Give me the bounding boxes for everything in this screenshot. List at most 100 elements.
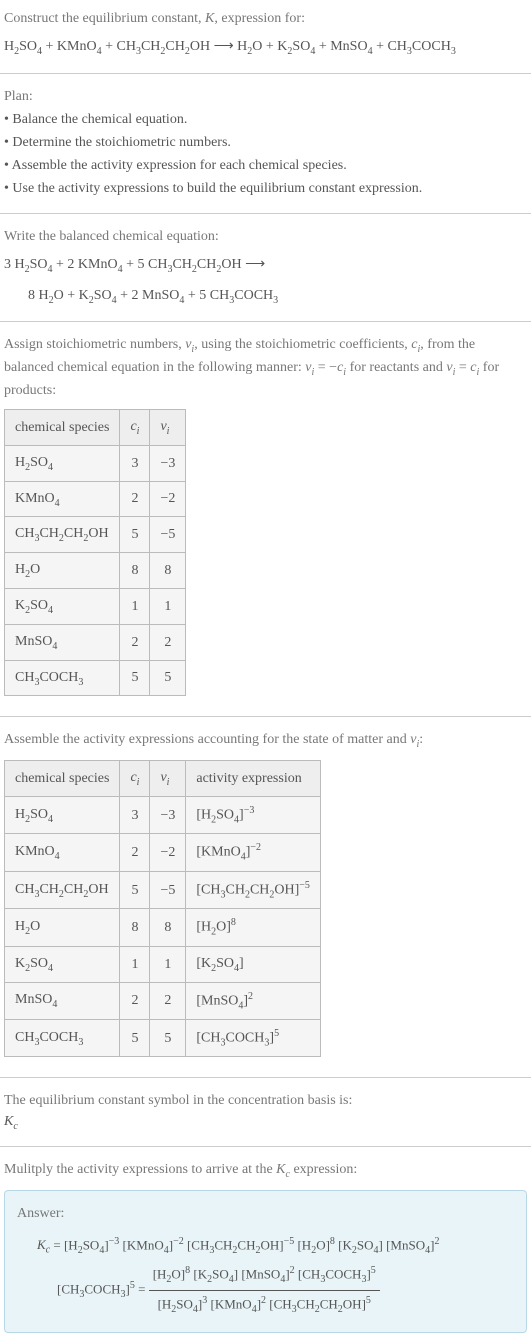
vi-cell: −2 <box>150 834 186 871</box>
vi-cell: 2 <box>150 982 186 1019</box>
table-row: H2O88[H2O]8 <box>5 909 321 946</box>
ci-cell: 5 <box>120 1020 150 1057</box>
activity-cell: [CH3CH2CH2OH]−5 <box>186 871 321 908</box>
main-equation: H2SO4 + KMnO4 + CH3CH2CH2OH ⟶ H2O + K2SO… <box>4 33 527 61</box>
plan-item: • Use the activity expressions to build … <box>4 178 527 199</box>
ci-cell: 8 <box>120 553 150 589</box>
ci-cell: 2 <box>120 481 150 517</box>
table-row: H2O88 <box>5 553 186 589</box>
activity-intro: Assemble the activity expressions accoun… <box>4 729 527 752</box>
plan-item: • Determine the stoichiometric numbers. <box>4 132 527 153</box>
table-row: MnSO422 <box>5 624 186 660</box>
vi-cell: 5 <box>150 1020 186 1057</box>
table-header: ci <box>120 761 150 797</box>
ci-cell: 1 <box>120 588 150 624</box>
vi-cell: −5 <box>150 871 186 908</box>
species-cell: CH3CH2CH2OH <box>5 517 120 553</box>
vi-cell: 1 <box>150 588 186 624</box>
table-row: MnSO422[MnSO4]2 <box>5 982 321 1019</box>
activity-cell: [H2SO4]−3 <box>186 796 321 833</box>
table-row: CH3COCH355 <box>5 660 186 696</box>
vi-cell: −3 <box>150 796 186 833</box>
ci-cell: 5 <box>120 871 150 908</box>
table-row: CH3COCH355[CH3COCH3]5 <box>5 1020 321 1057</box>
vi-cell: −3 <box>150 445 186 481</box>
table-row: CH3CH2CH2OH5−5 <box>5 517 186 553</box>
balanced-header: Write the balanced chemical equation: <box>4 226 527 247</box>
table-header: chemical species <box>5 409 120 445</box>
table-header-row: chemical species ci νi <box>5 409 186 445</box>
balanced-equation-line2: 8 H2O + K2SO4 + 2 MnSO4 + 5 CH3COCH3 <box>4 283 527 310</box>
vi-cell: 2 <box>150 624 186 660</box>
table-row: CH3CH2CH2OH5−5[CH3CH2CH2OH]−5 <box>5 871 321 908</box>
stoich-table: chemical species ci νi H2SO43−3 KMnO42−2… <box>4 409 186 696</box>
plan-item: • Balance the chemical equation. <box>4 109 527 130</box>
problem-header: Construct the equilibrium constant, K, e… <box>0 0 531 69</box>
answer-label: Answer: <box>17 1203 514 1224</box>
activity-section: Assemble the activity expressions accoun… <box>0 721 531 1073</box>
ci-cell: 8 <box>120 909 150 946</box>
table-row: K2SO411 <box>5 588 186 624</box>
ci-cell: 5 <box>120 517 150 553</box>
divider <box>0 321 531 322</box>
divider <box>0 1077 531 1078</box>
vi-cell: 8 <box>150 909 186 946</box>
divider <box>0 1146 531 1147</box>
activity-cell: [K2SO4] <box>186 946 321 982</box>
balanced-equation-line1: 3 H2SO4 + 2 KMnO4 + 5 CH3CH2CH2OH ⟶ <box>4 251 527 279</box>
table-row: KMnO42−2 <box>5 481 186 517</box>
species-cell: H2SO4 <box>5 796 120 833</box>
plan-item: • Assemble the activity expression for e… <box>4 155 527 176</box>
ci-cell: 2 <box>120 982 150 1019</box>
activity-cell: [KMnO4]−2 <box>186 834 321 871</box>
vi-cell: 1 <box>150 946 186 982</box>
plan-section: Plan: • Balance the chemical equation. •… <box>0 78 531 209</box>
species-cell: H2O <box>5 553 120 589</box>
table-row: H2SO43−3[H2SO4]−3 <box>5 796 321 833</box>
plan-header: Plan: <box>4 86 527 107</box>
species-cell: MnSO4 <box>5 982 120 1019</box>
kc-symbol-section: The equilibrium constant symbol in the c… <box>0 1082 531 1142</box>
answer-box: Answer: Kc = [H2SO4]−3 [KMnO4]−2 [CH3CH2… <box>4 1190 527 1333</box>
table-row: K2SO411[K2SO4] <box>5 946 321 982</box>
balanced-section: Write the balanced chemical equation: 3 … <box>0 218 531 318</box>
divider <box>0 716 531 717</box>
table-row: H2SO43−3 <box>5 445 186 481</box>
table-header: νi <box>150 409 186 445</box>
vi-cell: −5 <box>150 517 186 553</box>
species-cell: CH3CH2CH2OH <box>5 871 120 908</box>
divider <box>0 213 531 214</box>
table-header: activity expression <box>186 761 321 797</box>
activity-cell: [CH3COCH3]5 <box>186 1020 321 1057</box>
ci-cell: 3 <box>120 445 150 481</box>
stoich-section: Assign stoichiometric numbers, νi, using… <box>0 326 531 712</box>
activity-cell: [MnSO4]2 <box>186 982 321 1019</box>
species-cell: MnSO4 <box>5 624 120 660</box>
species-cell: CH3COCH3 <box>5 1020 120 1057</box>
species-cell: K2SO4 <box>5 588 120 624</box>
species-cell: H2SO4 <box>5 445 120 481</box>
activity-cell: [H2O]8 <box>186 909 321 946</box>
table-header: ci <box>120 409 150 445</box>
species-cell: CH3COCH3 <box>5 660 120 696</box>
kc-expression-line1: Kc = [H2SO4]−3 [KMnO4]−2 [CH3CH2CH2OH]−5… <box>17 1232 514 1261</box>
multiply-header: Mulitply the activity expressions to arr… <box>4 1159 527 1182</box>
ci-cell: 3 <box>120 796 150 833</box>
title-line: Construct the equilibrium constant, K, e… <box>4 8 527 29</box>
vi-cell: 8 <box>150 553 186 589</box>
ci-cell: 2 <box>120 834 150 871</box>
divider <box>0 73 531 74</box>
table-header-row: chemical species ci νi activity expressi… <box>5 761 321 797</box>
kc-expression-line2: [CH3COCH3]5 = [H2O]8 [K2SO4] [MnSO4]2 [C… <box>17 1261 514 1320</box>
kc-symbol-line2: Kc <box>4 1111 527 1134</box>
stoich-intro: Assign stoichiometric numbers, νi, using… <box>4 334 527 401</box>
species-cell: KMnO4 <box>5 481 120 517</box>
fraction-denominator: [H2SO4]3 [KMnO4]2 [CH3CH2CH2OH]5 <box>149 1291 380 1320</box>
activity-table: chemical species ci νi activity expressi… <box>4 760 321 1057</box>
multiply-section: Mulitply the activity expressions to arr… <box>0 1151 531 1341</box>
fraction: [H2O]8 [K2SO4] [MnSO4]2 [CH3COCH3]5 [H2S… <box>149 1261 380 1320</box>
table-row: KMnO42−2[KMnO4]−2 <box>5 834 321 871</box>
fraction-numerator: [H2O]8 [K2SO4] [MnSO4]2 [CH3COCH3]5 <box>149 1261 380 1291</box>
species-cell: KMnO4 <box>5 834 120 871</box>
vi-cell: −2 <box>150 481 186 517</box>
